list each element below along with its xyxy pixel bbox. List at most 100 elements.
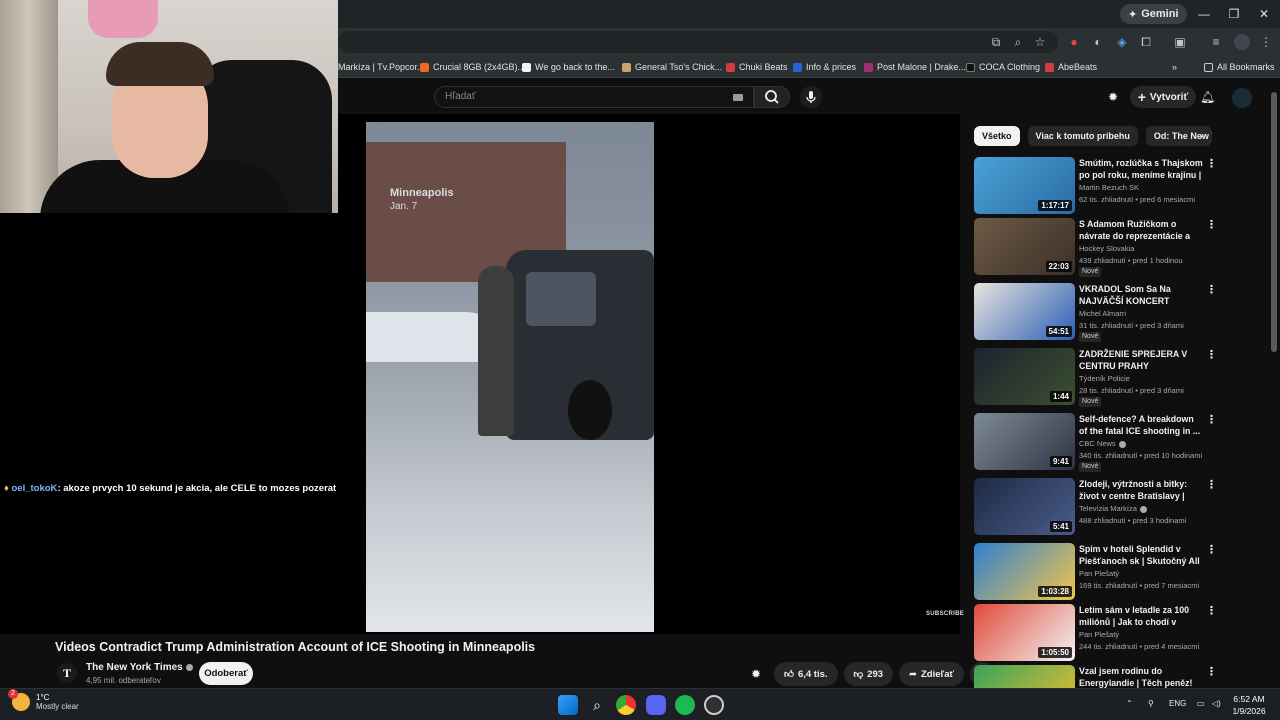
browser-menu-icon[interactable]: ⋮ <box>1258 34 1274 50</box>
recommendation-thumbnail[interactable]: 1:05:50 <box>974 604 1075 661</box>
recommendation-title[interactable]: Self-defence? A breakdown of the fatal I… <box>1079 413 1203 437</box>
tab-search-icon[interactable]: ▣ <box>1172 34 1188 50</box>
recommendation-thumbnail[interactable]: 1:17:17 <box>974 157 1075 214</box>
more-options-icon[interactable]: ⋮ <box>1206 218 1217 234</box>
bookmark-item[interactable]: We go back to the... <box>522 59 615 75</box>
recommendation-channel[interactable]: Pan Plešatý <box>1079 630 1119 639</box>
search-icon[interactable]: ⌕ <box>587 695 607 715</box>
recommendation-channel[interactable]: Pan Plešatý <box>1079 569 1119 578</box>
system-clock[interactable]: 6:52 AM 1/9/2026 <box>1224 693 1274 717</box>
recommendation-item[interactable]: 1:05:50 Letím sám v letadle za 100 milión… <box>974 604 1217 662</box>
location-icon[interactable]: ⚲ <box>1148 699 1154 708</box>
notifications-bell-icon[interactable]: 🔔︎ <box>1200 89 1215 105</box>
recommendation-channel[interactable]: Martin Bezuch SK <box>1079 183 1139 192</box>
more-options-icon[interactable]: ⋮ <box>1206 543 1217 559</box>
like-button[interactable]: 👍︎ 6,4 tis. <box>774 662 838 686</box>
weather-widget[interactable]: 2 1°C Mostly clear <box>8 689 79 711</box>
bookmark-item[interactable]: Crucial 8GB (2x4GB)... <box>420 59 525 75</box>
brawl-extension-icon[interactable]: ✹ <box>744 662 768 686</box>
subscribe-watermark[interactable]: SUBSCRIBE <box>926 611 964 617</box>
recommendation-title[interactable]: VKRADOL Som Sa Na NAJVÄČŠÍ KONCERT SEPAR… <box>1079 283 1203 307</box>
recommendation-title[interactable]: Spím v hoteli Splendid v Piešťanoch sk |… <box>1079 543 1203 567</box>
bookmark-item[interactable]: AbeBeats <box>1045 59 1097 75</box>
extension-icon[interactable]: ◐ <box>1090 34 1106 50</box>
restore-button[interactable]: ❐ <box>1220 4 1248 24</box>
dislike-button[interactable]: 👎︎ 293 <box>843 662 894 686</box>
channel-name[interactable]: The New York Times <box>86 662 193 673</box>
recommendation-thumbnail[interactable]: 22:03 <box>974 218 1075 275</box>
start-button-icon[interactable] <box>558 695 578 715</box>
discord-icon[interactable] <box>646 695 666 715</box>
subscribe-button[interactable]: Odoberať <box>199 662 253 685</box>
bookmark-item[interactable]: Markíza | Tv.Popcor... <box>338 59 425 75</box>
share-button[interactable]: ➦ Zdieľať <box>899 662 965 686</box>
chip-related-story[interactable]: Viac k tomuto príbehu <box>1027 126 1138 146</box>
recommendation-item[interactable]: 5:41 Zlodeji, výtržnosti a bitky: život v… <box>974 478 1217 536</box>
recommendation-item[interactable]: Vzal jsem rodinu do Energylandie | Těch … <box>974 665 1214 688</box>
close-window-button[interactable]: ✕ <box>1250 4 1278 24</box>
bookmark-star-icon[interactable]: ☆ <box>1032 34 1048 50</box>
more-options-icon[interactable]: ⋮ <box>1206 283 1217 299</box>
bookmark-item[interactable]: Chuki Beats <box>726 59 788 75</box>
tray-overflow-icon[interactable]: ⌃ <box>1126 699 1133 708</box>
bookmarks-overflow-button[interactable]: » <box>1172 59 1177 75</box>
bookmark-item[interactable]: COCA Clothing <box>966 59 1040 75</box>
reading-list-icon[interactable]: ≡ <box>1208 34 1224 50</box>
spotify-icon[interactable] <box>675 695 695 715</box>
omnibox[interactable]: ⧉ ⌕ ☆ <box>338 31 1058 53</box>
gemini-button[interactable]: ✦ Gemini <box>1120 4 1187 24</box>
account-avatar[interactable] <box>1232 88 1252 108</box>
chip-all[interactable]: Všetko <box>974 126 1020 146</box>
profile-avatar[interactable] <box>1234 34 1250 50</box>
minimize-button[interactable]: — <box>1190 4 1218 24</box>
more-options-icon[interactable]: ⋮ <box>1206 604 1217 620</box>
recommendation-item[interactable]: 22:03 S Adamom Ružičkom o návrate do repr… <box>974 218 1217 277</box>
install-app-icon[interactable]: ⧉ <box>988 34 1004 50</box>
extensions-puzzle-icon[interactable]: ⧠ <box>1138 34 1154 50</box>
create-button[interactable]: + Vytvoriť <box>1130 86 1196 108</box>
language-indicator[interactable]: ENG <box>1169 699 1186 708</box>
recommendation-channel[interactable]: Michel Almarri <box>1079 309 1126 318</box>
more-options-icon[interactable]: ⋮ <box>1206 348 1217 364</box>
bookmark-item[interactable]: General Tso's Chick... <box>622 59 722 75</box>
more-options-icon[interactable]: ⋮ <box>1206 478 1217 494</box>
chrome-icon[interactable] <box>616 695 636 715</box>
bookmark-item[interactable]: Info & prices <box>793 59 856 75</box>
recommendation-thumbnail[interactable]: 1:44 <box>974 348 1075 405</box>
recommendation-title[interactable]: Smútim, rozlúčka s Thajskom po pol roku,… <box>1079 157 1203 181</box>
recommendation-channel[interactable]: CBC News <box>1079 439 1126 448</box>
search-button[interactable] <box>754 86 790 108</box>
network-icon[interactable]: ▭ <box>1197 699 1205 708</box>
extension-brawl-icon[interactable]: ✹ <box>1108 90 1122 104</box>
extension-icon[interactable]: ● <box>1066 34 1082 50</box>
video-frame[interactable]: Minneapolis Jan. 7 <box>366 122 654 632</box>
channel-avatar[interactable]: T <box>57 663 77 683</box>
recommendation-title[interactable]: S Adamom Ružičkom o návrate do reprezent… <box>1079 218 1203 242</box>
recommendation-item[interactable]: 1:03:28 Spím v hoteli Splendid v Piešťano… <box>974 543 1217 601</box>
more-options-icon[interactable]: ⋮ <box>1206 413 1217 429</box>
recommendation-title[interactable]: Zlodeji, výtržnosti a bitky: život v cen… <box>1079 478 1203 502</box>
keyboard-icon[interactable] <box>733 94 743 101</box>
more-options-icon[interactable]: ⋮ <box>1206 665 1214 681</box>
recommendation-thumbnail[interactable]: 9:41 <box>974 413 1075 470</box>
recommendation-item[interactable]: 1:17:17 Smútim, rozlúčka s Thajskom po po… <box>974 157 1217 215</box>
recommendation-item[interactable]: 1:44 ZADRŽENIE SPREJERA V CENTRU PRAHY Týd… <box>974 348 1217 407</box>
volume-icon[interactable]: ◁) <box>1212 699 1221 708</box>
recommendation-title[interactable]: ZADRŽENIE SPREJERA V CENTRU PRAHY <box>1079 348 1203 372</box>
recommendation-item[interactable]: 54:51 VKRADOL Som Sa Na NAJVÄČŠÍ KONCERT … <box>974 283 1217 342</box>
bookmark-item[interactable]: Post Malone | Drake... <box>864 59 966 75</box>
chevron-right-icon[interactable]: › <box>1194 128 1208 144</box>
app-icon[interactable] <box>704 695 724 715</box>
extension-icon[interactable]: ◈ <box>1114 34 1130 50</box>
recommendation-thumbnail[interactable]: 5:41 <box>974 478 1075 535</box>
page-scrollbar[interactable] <box>1271 82 1277 688</box>
more-options-icon[interactable]: ⋮ <box>1206 157 1217 173</box>
search-input[interactable]: Hľadať <box>434 86 754 108</box>
scrollbar-thumb[interactable] <box>1271 92 1277 352</box>
all-bookmarks-button[interactable]: All Bookmarks <box>1204 59 1275 75</box>
zoom-icon[interactable]: ⌕ <box>1010 34 1026 50</box>
recommendation-thumbnail[interactable]: 1:03:28 <box>974 543 1075 600</box>
recommendation-thumbnail[interactable]: 54:51 <box>974 283 1075 340</box>
recommendation-item[interactable]: 9:41 Self-defence? A breakdown of the fat… <box>974 413 1217 472</box>
recommendation-title[interactable]: Letím sám v letadle za 100 miliónů | Jak… <box>1079 604 1203 628</box>
